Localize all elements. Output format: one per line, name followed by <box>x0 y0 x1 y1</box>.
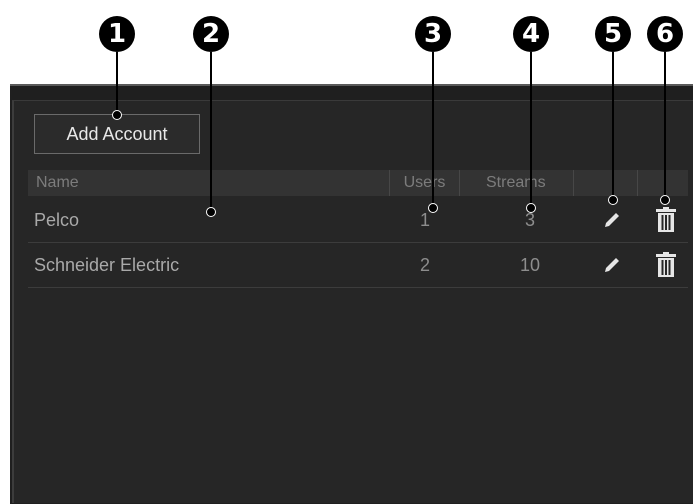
callout-6: 6 <box>647 16 683 52</box>
column-header-delete <box>638 170 688 196</box>
table-row[interactable]: Schneider Electric 2 10 <box>28 243 688 288</box>
account-name: Pelco <box>34 210 80 230</box>
callout-leader <box>432 52 434 208</box>
callout-1: 1 <box>99 16 135 52</box>
column-header-name[interactable]: Name <box>28 170 390 196</box>
pencil-icon[interactable] <box>601 254 623 276</box>
column-header-edit <box>574 170 638 196</box>
callout-dot <box>608 195 618 205</box>
callout-4: 4 <box>513 16 549 52</box>
account-name: Schneider Electric <box>34 255 180 275</box>
callout-dot <box>526 203 536 213</box>
callout-leader <box>210 52 212 212</box>
table-header: Name Users Streams <box>28 170 688 196</box>
callout-2: 2 <box>193 16 229 52</box>
column-header-streams[interactable]: Streams <box>460 170 574 196</box>
callout-dot <box>428 203 438 213</box>
callout-dot <box>660 195 670 205</box>
pencil-icon[interactable] <box>601 209 623 231</box>
add-account-button[interactable]: Add Account <box>34 114 200 154</box>
callout-leader <box>116 52 118 114</box>
column-header-users[interactable]: Users <box>390 170 460 196</box>
callout-leader <box>612 52 614 200</box>
trash-icon[interactable] <box>654 252 678 278</box>
callout-3: 3 <box>415 16 451 52</box>
callout-leader <box>664 52 666 200</box>
users-count: 1 <box>419 210 430 230</box>
callout-dot <box>206 207 216 217</box>
callout-leader <box>530 52 532 208</box>
table-row[interactable]: Pelco 1 3 <box>28 198 688 243</box>
callout-5: 5 <box>595 16 631 52</box>
streams-count: 10 <box>519 255 541 275</box>
accounts-pane <box>12 100 693 503</box>
trash-icon[interactable] <box>654 207 678 233</box>
callout-dot <box>112 110 122 120</box>
users-count: 2 <box>419 255 430 275</box>
